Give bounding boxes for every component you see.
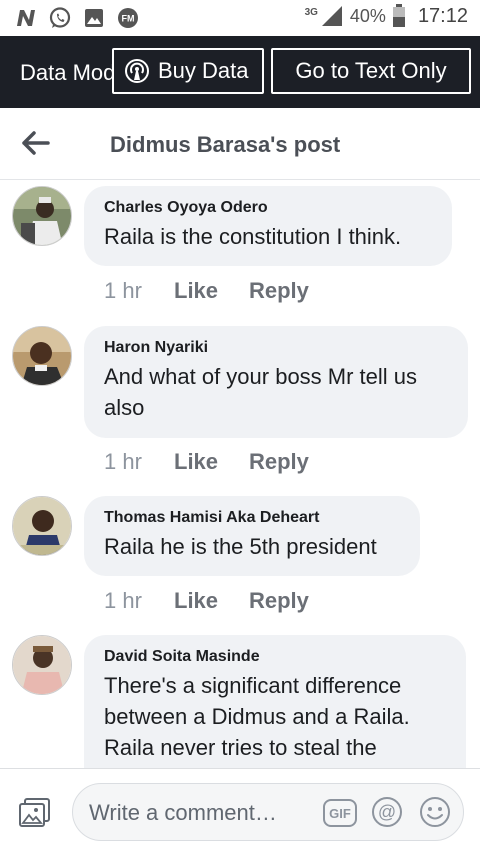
avatar[interactable] (12, 635, 72, 695)
comment-bubble[interactable]: Thomas Hamisi Aka Deheart Raila he is th… (84, 496, 420, 576)
reply-button[interactable]: Reply (249, 278, 309, 304)
whatsapp-icon (49, 7, 71, 28)
comment-composer: GIF @ (0, 768, 480, 854)
comment-actions: 1 hr Like Reply (104, 278, 309, 304)
avatar[interactable] (12, 326, 72, 386)
comment-author[interactable]: Charles Oyoya Odero (104, 199, 432, 217)
svg-text:@: @ (378, 802, 396, 822)
mention-icon[interactable]: @ (371, 796, 403, 828)
comment-bubble[interactable]: Charles Oyoya Odero Raila is the constit… (84, 186, 452, 266)
comment-bubble[interactable]: David Soita Masinde There's a significan… (84, 635, 466, 769)
comment-timestamp: 1 hr (104, 449, 142, 474)
battery-percent: 40% (349, 5, 386, 26)
comment-actions: 1 hr Like Reply (104, 449, 309, 475)
n-icon (17, 10, 35, 26)
comment-input[interactable] (89, 798, 319, 828)
buy-data-button[interactable]: Buy Data (112, 48, 264, 94)
clock: 17:12 (417, 4, 468, 27)
comment-bubble[interactable]: Haron Nyariki And what of your boss Mr t… (84, 326, 468, 438)
like-button[interactable]: Like (174, 449, 249, 475)
photo-icon[interactable] (18, 797, 52, 829)
network-type: 3G (304, 6, 318, 18)
comment-input-box[interactable]: GIF @ (72, 783, 464, 841)
like-button[interactable]: Like (174, 278, 249, 304)
reply-button[interactable]: Reply (249, 449, 309, 475)
like-button[interactable]: Like (174, 588, 249, 614)
avatar[interactable] (12, 186, 72, 246)
comment-text: There's a significant difference between… (104, 673, 410, 760)
status-bar: FM 3G 40% 17:12 (0, 0, 480, 36)
signal-icon (321, 6, 342, 26)
comment-author[interactable]: Thomas Hamisi Aka Deheart (104, 509, 400, 527)
comment-author[interactable]: David Soita Masinde (104, 648, 446, 666)
comment-text: Raila he is the 5th president (104, 534, 377, 559)
post-header: Didmus Barasa's post (0, 108, 480, 180)
gif-button[interactable]: GIF (323, 799, 357, 827)
wifi-signal-icon (125, 59, 149, 83)
text-only-button[interactable]: Go to Text Only (271, 48, 471, 94)
gallery-icon (85, 9, 103, 27)
reply-button[interactable]: Reply (249, 588, 309, 614)
page-title: Didmus Barasa's post (110, 132, 341, 157)
comment-timestamp: 1 hr (104, 588, 142, 613)
svg-text:FM: FM (122, 14, 135, 24)
back-arrow-icon[interactable] (20, 128, 52, 158)
comment-text: And what of your boss Mr tell us also (104, 364, 418, 420)
fm-radio-icon: FM (118, 8, 138, 28)
battery-icon (392, 4, 405, 27)
emoji-icon[interactable] (419, 796, 451, 828)
comment-author[interactable]: Haron Nyariki (104, 339, 448, 357)
comment-text: Raila is the constitution I think. (104, 224, 402, 249)
avatar[interactable] (12, 496, 72, 556)
comment-list[interactable]: Charles Oyoya Odero Raila is the constit… (0, 181, 480, 769)
buy-data-label: Buy Data (158, 58, 249, 83)
text-only-label: Go to Text Only (295, 58, 447, 83)
data-mode-bar: Data Mode Buy Data Go to Text Only (0, 36, 480, 108)
comment-actions: 1 hr Like Reply (104, 588, 309, 614)
comment-timestamp: 1 hr (104, 278, 142, 303)
